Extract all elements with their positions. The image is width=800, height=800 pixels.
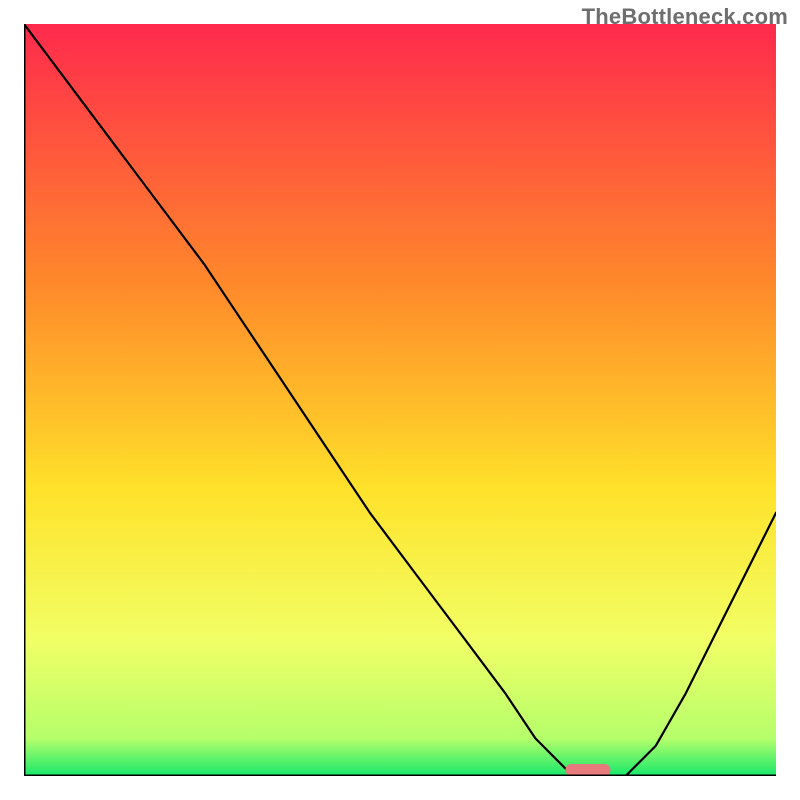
chart-frame: TheBottleneck.com: [0, 0, 800, 800]
optimal-marker: [565, 764, 610, 776]
plot-area: [24, 24, 776, 776]
gradient-background: [24, 24, 776, 776]
bottleneck-chart: [24, 24, 776, 776]
